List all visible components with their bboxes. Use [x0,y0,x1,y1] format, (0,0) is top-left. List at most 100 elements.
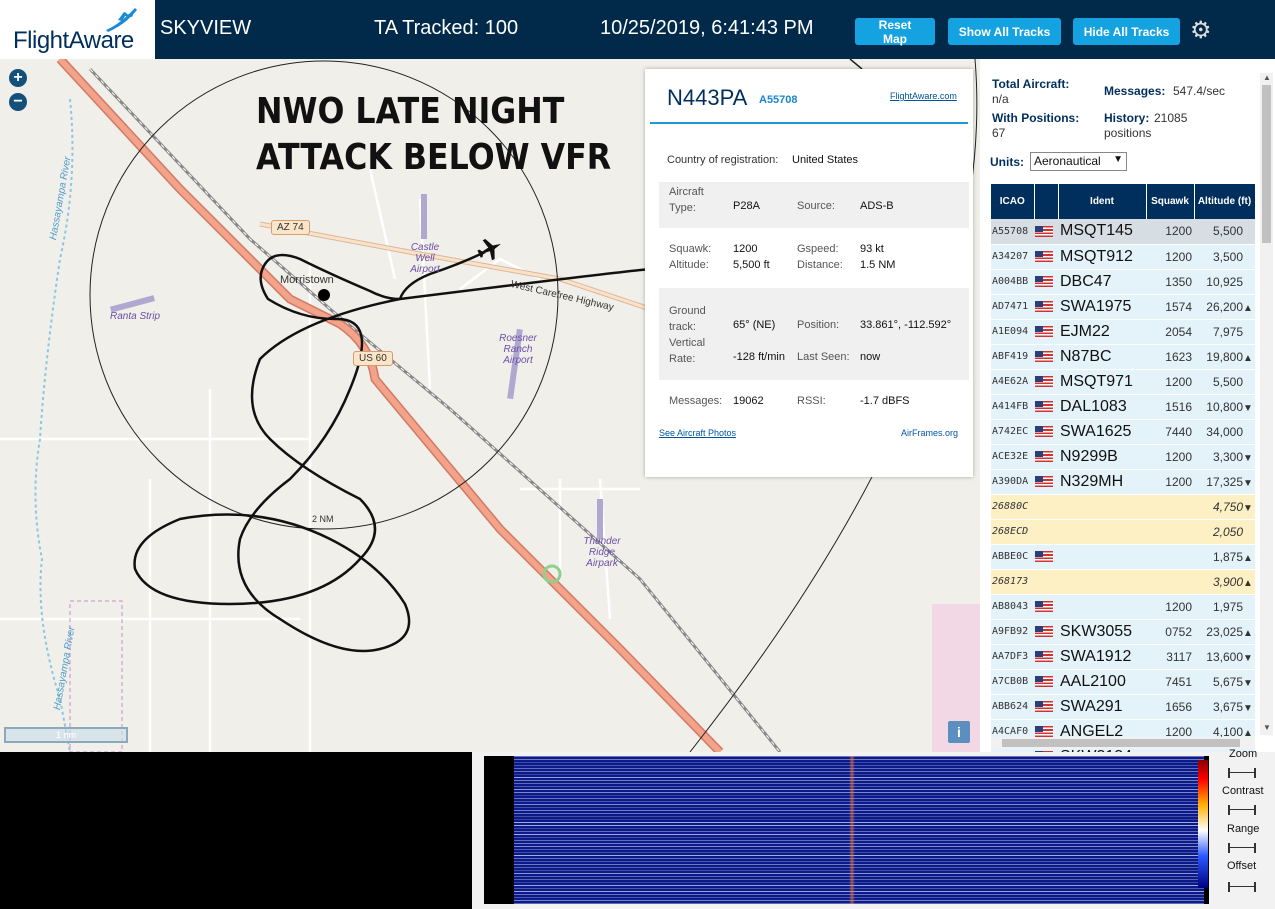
row-altitude: 1,975 [1194,594,1255,620]
row-squawk: 7440 [1146,419,1194,445]
row-squawk: 1200 [1146,244,1194,270]
row-altitude: 17,325▼ [1194,469,1255,495]
row-ident: N9299B [1058,444,1146,470]
col-ident[interactable]: Ident [1058,184,1147,219]
row-ident: DAL1083 [1058,394,1146,420]
reset-map-button[interactable]: Reset Map [855,18,935,46]
table-row[interactable]: 26880C 4,750▼ [991,494,1255,520]
zoom-slider[interactable] [1228,768,1256,778]
spectrogram-line [514,771,1204,772]
table-row[interactable]: A7CB0B AAL2100 7451 5,675▼ [991,669,1255,695]
spectrogram-signal [849,756,855,904]
waterfall-canvas[interactable] [484,756,1209,904]
altitude-label: Altitude: [669,259,709,271]
row-squawk: 1200 [1146,469,1194,495]
table-row[interactable]: ABB624 SWA291 1656 3,675▼ [991,694,1255,720]
row-flag [1034,294,1058,320]
table-row[interactable]: A004BB DBC47 1350 10,925 [991,269,1255,295]
table-header-row: ICAO Ident Squawk Altitude (ft) [991,184,1256,219]
spectrogram-line [514,891,1204,892]
row-altitude: 2,050 [1194,519,1255,545]
row-ident: N329MH [1058,469,1146,495]
col-icao[interactable]: ICAO [991,184,1035,219]
table-row[interactable]: A55708 MSQT145 1200 5,500 [991,219,1255,245]
aircraft-type-block: Aircraft Type: P28A Source: ADS-B [659,182,969,228]
flightaware-link[interactable]: FlightAware.com [890,91,957,101]
flightaware-logo[interactable]: FlightAware [0,0,155,59]
row-flag [1034,494,1058,520]
table-row[interactable]: ABBE0C 1,875▲ [991,544,1255,570]
horizontal-scroll-thumb[interactable] [1002,739,1240,747]
aircraft-type-label: Aircraft Type: [669,186,704,214]
row-flag [1034,469,1058,495]
vertical-rate-label: Vertical Rate: [669,337,706,365]
col-altitude[interactable]: Altitude (ft) [1194,184,1256,219]
range-slider[interactable] [1228,843,1256,853]
zoom-in-button[interactable]: + [9,69,27,87]
row-flag [1034,444,1058,470]
row-icao: A4E62A [991,369,1034,395]
airframes-link[interactable]: AirFrames.org [901,428,958,438]
last-seen-label: Last Seen: [797,351,850,363]
table-row[interactable]: ACE32E N9299B 1200 3,300▼ [991,444,1255,470]
units-select[interactable]: Aeronautical ▼ [1030,152,1127,171]
units-selected-value: Aeronautical [1034,154,1101,168]
table-row[interactable]: 268173 3,900▲ [991,569,1255,595]
row-squawk: 0752 [1146,619,1194,645]
spectrogram-line [514,801,1204,802]
row-flag [1034,394,1058,420]
table-row[interactable]: ABF419 N87BC 1623 19,800▲ [991,344,1255,370]
scroll-up-icon[interactable]: ▲ [1263,73,1271,82]
table-row[interactable]: A9FB92 SKW3055 0752 23,025▲ [991,619,1255,645]
row-icao: A9FB92 [991,619,1034,645]
row-icao: ACE32E [991,444,1034,470]
zoom-out-button[interactable]: − [9,93,27,111]
row-icao: AA7DF3 [991,644,1034,670]
zoom-label: Zoom [1229,748,1258,760]
table-row[interactable]: A390DA N329MH 1200 17,325▼ [991,469,1255,495]
spectrogram-line [514,816,1204,817]
row-ident: MSQT971 [1058,369,1146,395]
row-altitude: 26,200▲ [1194,294,1255,320]
scrollbar-thumb[interactable] [1262,85,1271,243]
row-squawk [1146,494,1194,520]
row-icao: 268ECD [991,519,1034,545]
table-row[interactable]: A34207 MSQT912 1200 3,500 [991,244,1255,270]
source-label: Source: [797,200,835,212]
gear-icon[interactable]: ⚙ [1190,16,1212,45]
table-row[interactable]: AA7DF3 SWA1912 3117 13,600▼ [991,644,1255,670]
table-row[interactable]: A1E094 EJM22 2054 7,975 [991,319,1255,345]
top-bar: FlightAware SKYVIEW TA Tracked: 100 10/2… [0,0,1275,59]
scroll-down-icon[interactable]: ▼ [1263,723,1271,732]
spectrogram-line [514,768,1204,769]
row-flag [1034,519,1058,545]
us-flag-icon [1035,275,1053,287]
table-row[interactable]: AB8043 1200 1,975 [991,594,1255,620]
table-row[interactable]: A4E62A MSQT971 1200 5,500 [991,369,1255,395]
offset-slider[interactable] [1228,882,1256,892]
overlay-line-2: ATTACK BELOW VFR [256,137,612,178]
with-positions-value: 67 [992,126,1006,140]
row-altitude: 10,925 [1194,269,1255,295]
hide-all-tracks-button[interactable]: Hide All Tracks [1073,18,1180,45]
contrast-slider[interactable] [1228,805,1256,815]
row-icao: ABF419 [991,344,1034,370]
scale-label: 1 nm [55,730,76,740]
info-button[interactable]: i [948,721,970,743]
table-row[interactable]: A414FB DAL1083 1516 10,800▼ [991,394,1255,420]
row-ident: SWA291 [1058,694,1146,720]
us60-shield: US 60 [353,351,393,366]
spectrogram-line [514,900,1204,901]
vertical-trend-icon: ▼ [1243,477,1253,489]
col-squawk[interactable]: Squawk [1146,184,1195,219]
us-flag-icon [1035,700,1053,712]
row-flag [1034,269,1058,295]
table-row[interactable]: A742EC SWA1625 7440 34,000 [991,419,1255,445]
col-flag[interactable] [1034,184,1059,219]
row-ident: EJM22 [1058,319,1146,345]
table-row[interactable]: 268ECD 2,050 [991,519,1255,545]
color-scale [1198,760,1208,888]
table-row[interactable]: AD7471 SWA1975 1574 26,200▲ [991,294,1255,320]
aircraft-photos-link[interactable]: See Aircraft Photos [659,428,736,438]
show-all-tracks-button[interactable]: Show All Tracks [948,18,1061,45]
